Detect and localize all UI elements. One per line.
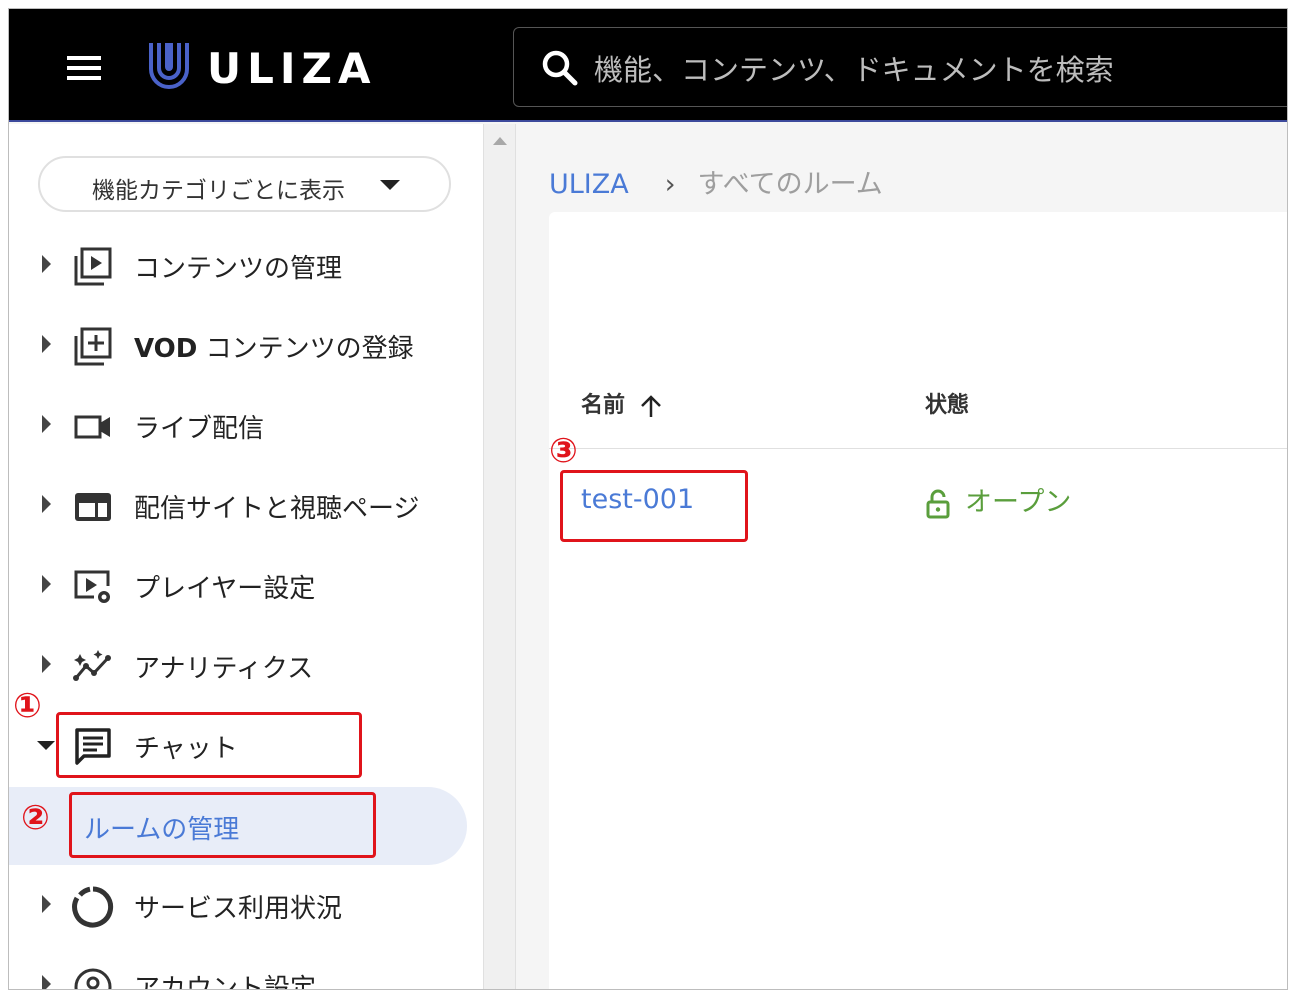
sidebar-item-label: アナリティクス <box>134 654 314 684</box>
column-header-name[interactable]: 名前 <box>581 387 663 419</box>
search-input[interactable]: 機能、コンテンツ、ドキュメントを検索 <box>513 27 1287 107</box>
breadcrumb-root-link[interactable]: ULIZA <box>549 169 629 200</box>
sidebar-item-player-settings[interactable]: プレイヤー設定 <box>9 551 483 621</box>
room-status: オープン <box>925 480 1071 519</box>
sidebar-item-label: プレイヤー設定 <box>134 574 316 604</box>
collapse-arrow-icon <box>37 741 55 750</box>
sidebar-item-label: ライブ配信 <box>134 414 265 444</box>
unlock-icon <box>926 489 950 518</box>
category-filter-label: 機能カテゴリごとに表示 <box>92 178 345 204</box>
annotation-box-2 <box>69 792 376 858</box>
expand-arrow-icon <box>42 575 51 593</box>
account-icon <box>74 968 112 989</box>
sidebar-item-label: 配信サイトと視聴ページ <box>134 494 420 524</box>
logo-text: ULIZA <box>207 44 377 93</box>
caret-down-icon <box>380 180 400 190</box>
rooms-table-card: 名前 状態 test-001 オープン <box>549 212 1287 989</box>
breadcrumb: ULIZA › すべてのルーム <box>549 162 883 201</box>
sidebar-item-label: サービス利用状況 <box>134 894 343 924</box>
sidebar-item-live[interactable]: ライブ配信 <box>9 391 483 461</box>
analytics-icon <box>73 650 111 681</box>
expand-arrow-icon <box>42 415 51 433</box>
breadcrumb-separator: › <box>664 169 676 200</box>
sidebar-item-sites[interactable]: 配信サイトと視聴ページ <box>9 471 483 541</box>
sidebar-scrollbar[interactable] <box>483 124 516 989</box>
app-window: ULIZA 機能、コンテンツ、ドキュメントを検索 機能カテゴリごとに表示 コンテ… <box>8 8 1288 990</box>
donut-chart-icon <box>72 886 114 928</box>
main-content: ULIZA › すべてのルーム 名前 状態 test-001 オープン <box>517 124 1287 989</box>
expand-arrow-icon <box>42 975 51 989</box>
expand-arrow-icon <box>42 895 51 913</box>
sidebar-item-analytics[interactable]: アナリティクス <box>9 631 483 701</box>
sort-ascending-icon <box>640 395 661 417</box>
category-filter-button[interactable]: 機能カテゴリごとに表示 <box>38 156 451 212</box>
annotation-1: ① <box>13 686 42 726</box>
expand-arrow-icon <box>42 255 51 273</box>
column-header-status: 状態 <box>925 393 970 418</box>
search-placeholder: 機能、コンテンツ、ドキュメントを検索 <box>594 53 1114 87</box>
web-layout-icon <box>75 493 111 521</box>
scroll-up-arrow-icon[interactable] <box>493 137 507 145</box>
sidebar-item-label: VOD コンテンツの登録 <box>134 334 414 364</box>
table-divider <box>549 448 1287 449</box>
expand-arrow-icon <box>42 495 51 513</box>
sidebar: 機能カテゴリごとに表示 コンテンツの管理 VOD コンテンツの登録 ライブ配信 … <box>9 124 483 990</box>
annotation-box-3 <box>560 470 748 542</box>
sidebar-item-service-usage[interactable]: サービス利用状況 <box>9 871 483 941</box>
sidebar-item-account-settings[interactable]: アカウント設定 <box>9 951 483 990</box>
search-icon <box>542 50 578 86</box>
expand-arrow-icon <box>42 655 51 673</box>
sidebar-item-label: コンテンツの管理 <box>134 254 343 284</box>
sidebar-item-label: アカウント設定 <box>134 974 317 990</box>
sidebar-item-content-management[interactable]: コンテンツの管理 <box>9 231 483 301</box>
annotation-box-1 <box>56 712 362 778</box>
top-bar: ULIZA 機能、コンテンツ、ドキュメントを検索 <box>9 9 1287 122</box>
breadcrumb-current: すべてのルーム <box>697 169 883 200</box>
uliza-logo-icon <box>149 43 189 89</box>
annotation-2: ② <box>21 798 50 838</box>
annotation-3: ③ <box>549 431 578 471</box>
video-library-icon <box>74 247 112 286</box>
add-library-icon <box>74 327 112 366</box>
video-camera-icon <box>74 415 110 439</box>
sidebar-item-vod-register[interactable]: VOD コンテンツの登録 <box>9 311 483 381</box>
expand-arrow-icon <box>42 335 51 353</box>
player-settings-icon <box>74 570 110 603</box>
menu-icon[interactable] <box>67 56 101 82</box>
